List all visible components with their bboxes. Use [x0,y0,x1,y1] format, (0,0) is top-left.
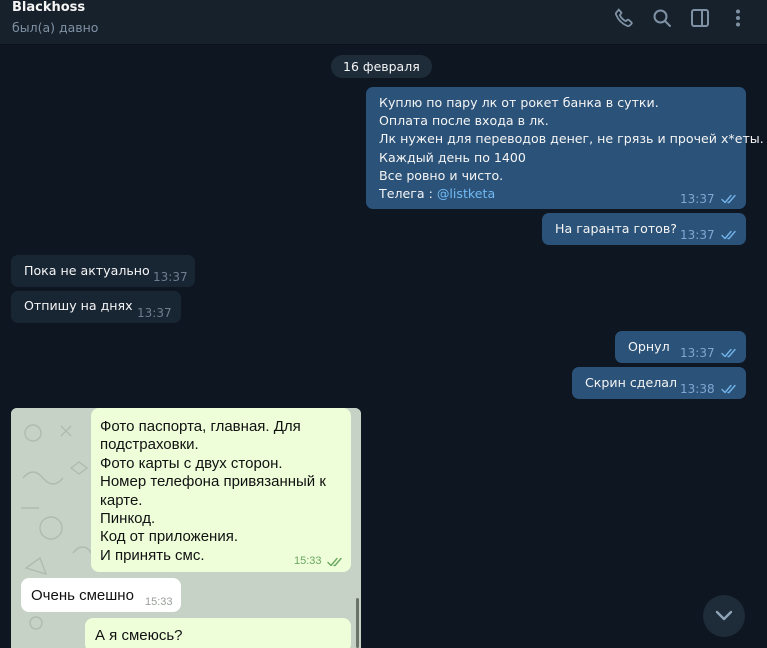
message-outgoing[interactable]: На гаранта готов? 13:37 [542,213,746,245]
photo-bubble-outgoing: А я смеюсь? [85,618,351,648]
contact-status: был(а) давно [12,20,99,35]
message-incoming[interactable]: Пока не актуально 13:37 [11,255,195,287]
message-line: Оплата после входа в лк. [379,113,549,129]
double-check-icon [721,347,739,359]
message-text: Орнул [628,339,670,354]
message-line: Каждый день по 1400 [379,149,526,165]
message-text: На гаранта готов? [555,221,677,236]
message-incoming[interactable]: Отпишу на днях 13:37 [11,291,181,323]
more-vertical-icon[interactable] [726,6,750,30]
date-chip: 16 февраля [331,55,432,78]
double-check-icon [721,193,739,205]
double-check-icon [721,229,739,241]
message-line-text: Телега : [379,186,437,202]
search-icon[interactable] [650,6,674,30]
message-line: Куплю по пару лк от рокет банка в сутки. [379,95,659,110]
message-text: Скрин сделал [585,375,678,390]
photo-message[interactable]: Фото паспорта, главная. Для подстраховки… [11,408,361,648]
message-time: 13:37 [153,270,188,284]
message-line: Все ровно и чисто. [379,167,504,183]
message-time: 13:37 [680,228,715,242]
chat-header: Blackhoss был(а) давно [0,0,767,45]
double-check-icon [721,383,739,395]
photo-time: 15:33 [294,555,322,567]
photo-text: А я смеюсь? [95,627,183,644]
photo-text: Очень смешно [31,587,134,604]
message-time: 13:37 [680,346,715,360]
message-time: 13:38 [680,382,715,396]
message-list[interactable]: 16 февраля Куплю по пару лк от рокет бан… [0,45,767,648]
scroll-to-bottom-button[interactable] [703,595,745,637]
photo-bubble-incoming: Очень смешно 15:33 [21,578,181,612]
photo-bubble-outgoing: Фото паспорта, главная. Для подстраховки… [91,408,351,572]
username-link[interactable]: @listketa [437,186,495,201]
chevron-down-icon [715,610,733,621]
message-outgoing[interactable]: Орнул 13:37 [615,331,746,363]
message-time: 13:37 [680,192,715,206]
message-outgoing[interactable]: Скрин сделал 13:38 [572,367,746,399]
message-outgoing[interactable]: Куплю по пару лк от рокет банка в сутки.… [366,87,764,209]
message-text: Куплю по пару лк от рокет банка в сутки.… [379,94,764,203]
double-check-icon [327,556,345,568]
message-text: Пока не актуально [24,263,150,278]
photo-text: Фото паспорта, главная. Для подстраховки… [100,418,326,564]
message-time: 13:37 [137,306,172,320]
message-text: Отпишу на днях [24,298,133,313]
phone-icon[interactable] [612,6,636,30]
photo-scrollbar [356,598,359,648]
message-line: Лк нужен для переводов денег, не грязь и… [379,131,764,147]
sidebar-toggle-icon[interactable] [688,6,712,30]
contact-name[interactable]: Blackhoss [12,0,85,15]
photo-time: 15:33 [145,596,173,608]
